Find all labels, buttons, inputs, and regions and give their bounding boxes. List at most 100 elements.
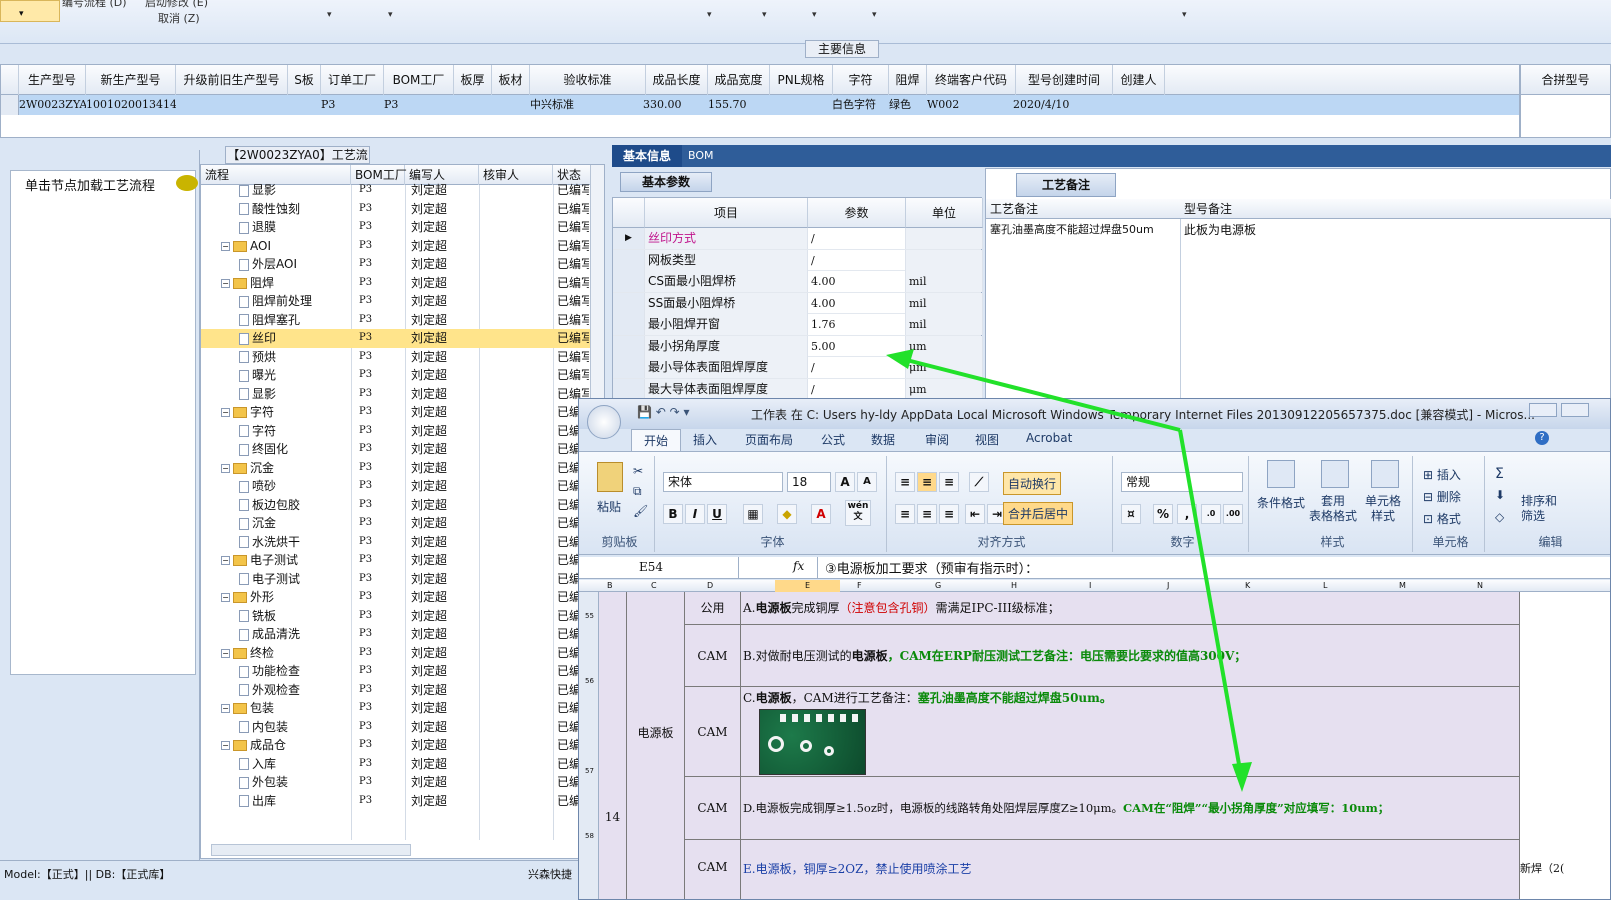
flow-tree-row[interactable]: 显影 P3 刘定超 已编写 bbox=[201, 181, 604, 200]
flow-node[interactable]: 丝印 bbox=[239, 329, 351, 347]
underline-button[interactable]: U bbox=[707, 504, 727, 524]
flow-tree-row[interactable]: 喷砂P3刘定超已编写 bbox=[201, 477, 604, 496]
cancel-menu[interactable]: 取消 (Z) bbox=[158, 10, 200, 26]
row-indicator[interactable] bbox=[613, 357, 645, 378]
format-painter-icon[interactable]: 🖌 bbox=[633, 504, 648, 518]
comma-icon[interactable]: , bbox=[1177, 504, 1197, 524]
param-row[interactable]: 最小导体表面阻焊厚度 / μm bbox=[613, 357, 983, 379]
col-header[interactable]: 单位 bbox=[906, 198, 983, 228]
formula-input[interactable]: ③电源板加工要求（预审有指示时）： bbox=[825, 558, 1038, 577]
flow-node[interactable]: 曝光 bbox=[239, 366, 351, 384]
flow-tree-row[interactable]: 外包装P3刘定超已编写 bbox=[201, 773, 604, 792]
flow-tree-row[interactable]: −成品仓P3刘定超已编写 bbox=[201, 736, 604, 755]
flow-node[interactable]: 阻焊前处理 bbox=[239, 292, 351, 310]
align-top-icon[interactable]: ≡ bbox=[895, 472, 915, 492]
col-header[interactable]: 字符 bbox=[833, 65, 889, 95]
flow-tree-row[interactable]: 预烘 P3 刘定超 已编写 bbox=[201, 348, 604, 367]
tab-basic-info[interactable]: 基本信息 bbox=[612, 145, 682, 167]
cell-order-factory[interactable]: P3 bbox=[321, 95, 361, 115]
row-indicator[interactable] bbox=[613, 335, 645, 357]
tab-basic-params[interactable]: 基本参数 bbox=[620, 172, 712, 192]
flow-tree-row[interactable]: 丝印 P3 刘定超 已编写 bbox=[201, 329, 604, 348]
name-box[interactable]: E54 bbox=[579, 557, 739, 578]
flow-tree-row[interactable]: − 阻焊 P3 刘定超 已编写 bbox=[201, 274, 604, 293]
font-color-button[interactable]: A bbox=[811, 504, 831, 524]
row-indicator[interactable] bbox=[613, 314, 645, 335]
tab-bom[interactable]: BOM bbox=[688, 145, 714, 167]
cell-new-model[interactable]: 10010200134142 bbox=[86, 95, 176, 115]
flow-tree-row[interactable]: 板边包胶P3刘定超已编写 bbox=[201, 496, 604, 515]
shrink-font-button[interactable]: A bbox=[857, 472, 877, 492]
flow-tree-row[interactable]: −沉金P3刘定超已编写 bbox=[201, 459, 604, 478]
chevron-down-icon[interactable]: ▾ bbox=[762, 10, 767, 20]
flow-tree-row[interactable]: 沉金P3刘定超已编写 bbox=[201, 514, 604, 533]
col-header[interactable]: BOM工厂 bbox=[384, 65, 454, 95]
quick-access-icons[interactable]: 💾 ↶ ↷ ▾ bbox=[637, 405, 690, 419]
decrease-indent-icon[interactable]: ⇤ bbox=[965, 504, 985, 524]
param-row[interactable]: CS面最小阻焊桥 4.00 mil bbox=[613, 271, 983, 293]
decrease-decimal-icon[interactable]: .00 bbox=[1223, 504, 1243, 524]
cut-icon[interactable]: ✂ bbox=[633, 464, 643, 478]
col-header[interactable]: 参数 bbox=[808, 198, 906, 228]
who-cell[interactable]: CAM bbox=[685, 687, 741, 777]
col-header[interactable]: 生产型号 bbox=[19, 65, 86, 95]
col-header[interactable]: 终端客户代码 bbox=[927, 65, 1016, 95]
fill-icon[interactable]: ⬇ bbox=[1495, 488, 1505, 502]
tree-hscrollbar[interactable] bbox=[211, 844, 411, 856]
who-cell[interactable]: CAM bbox=[685, 777, 741, 840]
flow-tree-row[interactable]: −字符P3刘定超已编写 bbox=[201, 403, 604, 422]
flow-node[interactable]: 水洗烘干 bbox=[239, 533, 351, 551]
fx-button[interactable]: fx bbox=[793, 559, 804, 573]
req-b-cell[interactable]: B.对做耐电压测试的电源板，CAM在ERP耐压测试工艺备注：电压需要比要求的值高… bbox=[741, 625, 1520, 687]
tab-formulas[interactable]: 公式 bbox=[821, 431, 845, 448]
collapse-icon[interactable]: − bbox=[221, 463, 230, 473]
table-format-button[interactable]: 套用 表格格式 bbox=[1309, 494, 1357, 524]
param-row[interactable]: 最大导体表面阻焊厚度 / μm bbox=[613, 378, 983, 400]
param-value[interactable]: 1.76 bbox=[808, 314, 906, 335]
clear-icon[interactable]: ◇ bbox=[1495, 510, 1504, 524]
cell-solder[interactable]: 绿色 bbox=[889, 95, 927, 115]
flow-tree-row[interactable]: −终检P3刘定超已编写 bbox=[201, 644, 604, 663]
flow-tree-row[interactable]: 入库P3刘定超已编写 bbox=[201, 755, 604, 774]
param-row[interactable]: ▶ 丝印方式 / bbox=[613, 228, 983, 250]
autosum-icon[interactable]: Σ bbox=[1495, 466, 1504, 482]
align-middle-icon[interactable]: ≡ bbox=[917, 472, 937, 492]
row-55[interactable]: 55 bbox=[585, 612, 594, 620]
conditional-format-button[interactable]: 条件格式 bbox=[1257, 494, 1305, 511]
flow-node[interactable]: − 电子测试 bbox=[221, 551, 351, 569]
row-indicator[interactable] bbox=[613, 378, 645, 400]
tab-acrobat[interactable]: Acrobat bbox=[1026, 431, 1072, 445]
row-number-cell[interactable]: 14 bbox=[599, 592, 627, 899]
flow-tree-row[interactable]: −电子测试P3刘定超已编写 bbox=[201, 551, 604, 570]
row-indicator[interactable] bbox=[613, 292, 645, 314]
flow-tree-row[interactable]: 阻焊塞孔 P3 刘定超 已编写 bbox=[201, 311, 604, 330]
col-header[interactable]: S板 bbox=[288, 65, 321, 95]
flow-node[interactable]: 阻焊塞孔 bbox=[239, 311, 351, 329]
paste-icon[interactable] bbox=[597, 462, 623, 492]
col-header[interactable]: 验收标准 bbox=[530, 65, 646, 95]
format-cells-button[interactable]: ⊡ 格式 bbox=[1423, 510, 1461, 527]
flow-node[interactable]: 终固化 bbox=[239, 440, 351, 458]
flow-tree-row[interactable]: 铣板P3刘定超已编写 bbox=[201, 607, 604, 626]
side-note-cell[interactable]: 新焊（2( bbox=[1520, 592, 1610, 899]
col-e[interactable]: E bbox=[775, 580, 841, 592]
col-header[interactable]: 工艺备注 bbox=[986, 199, 1180, 219]
chevron-down-icon[interactable]: ▾ bbox=[707, 10, 712, 20]
minimize-icon[interactable] bbox=[1529, 403, 1557, 417]
req-d-cell[interactable]: D.电源板完成铜厚≥1.5oz时，电源板的线路转角处阻焊层厚度Z≥10μm。CA… bbox=[741, 777, 1520, 840]
req-c-cell[interactable]: C.电源板，CAM进行工艺备注：塞孔油墨高度不能超过焊盘50um。 bbox=[741, 687, 1520, 777]
sort-filter-button[interactable]: 排序和 筛选 bbox=[1521, 494, 1557, 524]
help-icon[interactable]: ? bbox=[1535, 431, 1549, 445]
col-header[interactable]: 板厚 bbox=[454, 65, 492, 95]
col-header[interactable]: 阻焊 bbox=[889, 65, 927, 95]
col-header[interactable]: 成品长度 bbox=[646, 65, 708, 95]
tab-craft-notes[interactable]: 工艺备注 bbox=[1016, 173, 1116, 197]
model-note-text[interactable]: 此板为电源板 bbox=[1180, 221, 1256, 238]
delete-cells-button[interactable]: ⊟ 删除 bbox=[1423, 488, 1461, 505]
collapse-icon[interactable]: − bbox=[221, 648, 230, 658]
restore-icon[interactable] bbox=[1561, 403, 1589, 417]
merge-center-button[interactable]: 合并后居中 bbox=[1003, 502, 1074, 525]
increase-decimal-icon[interactable]: .0 bbox=[1201, 504, 1221, 524]
col-n[interactable]: N bbox=[1477, 580, 1483, 592]
col-header[interactable]: 升级前旧生产型号 bbox=[176, 65, 288, 95]
